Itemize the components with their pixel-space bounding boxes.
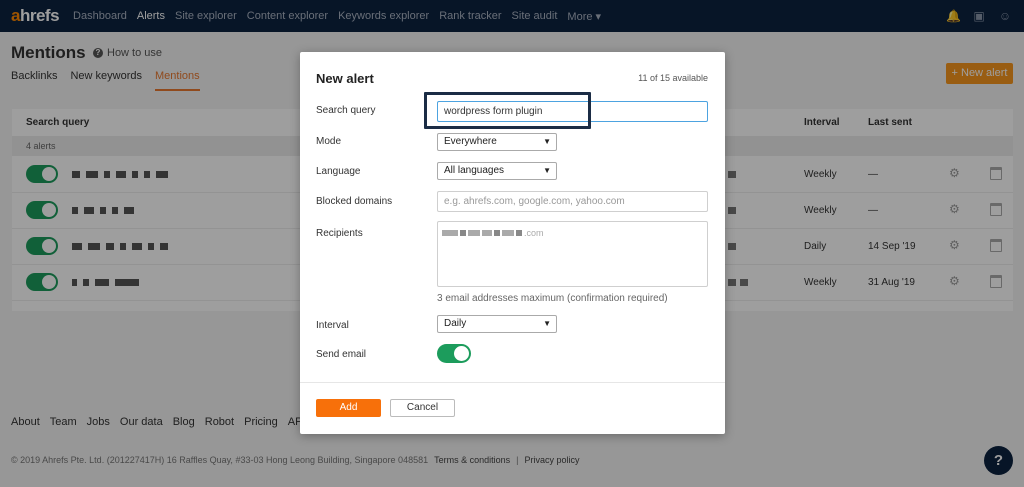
email-domain-suffix: .com bbox=[524, 228, 544, 238]
recipients-hint: 3 email addresses maximum (confirmation … bbox=[437, 293, 668, 304]
search-query-label: Search query bbox=[316, 105, 376, 116]
send-email-label: Send email bbox=[316, 349, 367, 360]
caret-down-icon: ▼ bbox=[543, 166, 551, 175]
interval-label: Interval bbox=[316, 320, 349, 331]
recipients-label: Recipients bbox=[316, 228, 363, 239]
add-button[interactable]: Add bbox=[316, 399, 381, 417]
alerts-available: 11 of 15 available bbox=[638, 73, 708, 83]
send-email-toggle[interactable] bbox=[437, 344, 471, 363]
new-alert-dialog: New alert 11 of 15 available Search quer… bbox=[300, 52, 725, 434]
interval-value: Daily bbox=[444, 318, 467, 329]
redacted-email: .com bbox=[442, 228, 544, 238]
mode-label: Mode bbox=[316, 136, 342, 147]
cancel-button[interactable]: Cancel bbox=[390, 399, 455, 417]
caret-down-icon: ▼ bbox=[543, 137, 551, 146]
dialog-title: New alert bbox=[316, 71, 374, 86]
blocked-domains-label: Blocked domains bbox=[316, 196, 393, 207]
search-query-input[interactable] bbox=[437, 101, 708, 122]
language-value: All languages bbox=[444, 165, 505, 176]
dialog-divider bbox=[300, 382, 725, 383]
language-label: Language bbox=[316, 166, 361, 177]
mode-value: Everywhere bbox=[444, 136, 497, 147]
blocked-domains-input[interactable] bbox=[437, 191, 708, 212]
recipients-textarea[interactable]: .com bbox=[437, 221, 708, 287]
language-select[interactable]: All languages ▼ bbox=[437, 162, 557, 180]
mode-select[interactable]: Everywhere ▼ bbox=[437, 133, 557, 151]
interval-select[interactable]: Daily ▼ bbox=[437, 315, 557, 333]
caret-down-icon: ▼ bbox=[543, 319, 551, 328]
